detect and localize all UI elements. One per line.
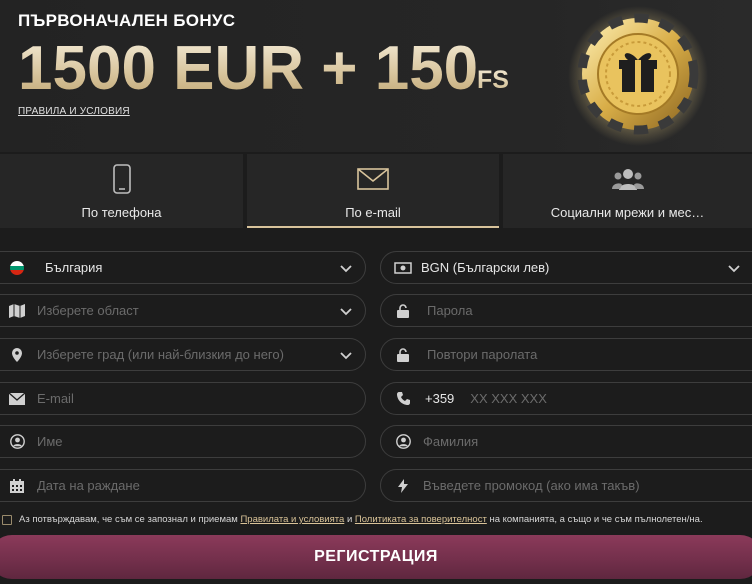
currency-value: BGN (Български лев)	[421, 260, 550, 275]
country-value: България	[45, 260, 103, 275]
consent-and: и	[346, 514, 353, 525]
phone-placeholder: XX XXX XXX	[470, 391, 547, 406]
user-circle-icon	[7, 432, 27, 452]
password-field[interactable]: Парола	[380, 294, 752, 327]
chevron-down-icon	[340, 308, 352, 316]
calendar-icon	[7, 476, 27, 496]
promo-code-field[interactable]: Въведете промокод (ако има такъв)	[380, 469, 752, 502]
first-name-placeholder: Име	[37, 434, 63, 449]
phone-field[interactable]: +359 XX XXX XXX	[380, 382, 752, 415]
repeat-password-field[interactable]: Повтори паролата	[380, 338, 752, 371]
privacy-policy-link[interactable]: Политиката за поверителност	[355, 514, 487, 525]
bonus-amount: 1500 EUR + 150	[18, 34, 479, 103]
city-select[interactable]: Изберете град (или най-близкия до него)	[0, 338, 366, 371]
tab-email[interactable]: По e-mail	[247, 154, 499, 228]
currency-select[interactable]: BGN (Български лев)	[380, 251, 752, 284]
chevron-down-icon	[340, 265, 352, 273]
location-pin-icon	[7, 345, 27, 365]
terms-link[interactable]: ПРАВИЛА И УСЛОВИЯ	[18, 106, 130, 117]
tab-phone-label: По телефона	[81, 205, 162, 220]
tab-email-label: По e-mail	[345, 205, 401, 220]
birthdate-placeholder: Дата на раждане	[37, 478, 140, 493]
country-select[interactable]: България	[0, 251, 366, 284]
bulgaria-flag-icon	[7, 258, 27, 278]
phone-prefix: +359	[425, 391, 455, 406]
envelope-icon	[357, 168, 389, 190]
register-button[interactable]: РЕГИСТРАЦИЯ	[0, 535, 752, 579]
first-name-field[interactable]: Име	[0, 425, 366, 458]
password-placeholder: Парола	[427, 303, 473, 318]
unlock-icon	[393, 301, 413, 321]
chevron-down-icon	[728, 265, 740, 273]
registration-method-tabs: По телефона По e-mail Социални мрежи и м…	[0, 154, 752, 228]
banknote-icon	[393, 258, 413, 278]
consent-checkbox[interactable]	[2, 514, 12, 525]
region-placeholder: Изберете област	[37, 303, 139, 318]
phone-handset-icon	[393, 389, 413, 409]
consent-text-after: на компанията, а също и че съм пълнолете…	[489, 514, 703, 525]
email-field[interactable]: E-mail	[0, 382, 366, 415]
users-icon	[611, 169, 644, 190]
consent-row: Аз потвърждавам, че съм се запознал и пр…	[2, 514, 703, 525]
email-placeholder: E-mail	[37, 391, 74, 406]
user-circle-icon	[393, 432, 413, 452]
chevron-down-icon	[340, 352, 352, 360]
lightning-icon	[393, 476, 413, 496]
map-icon	[7, 301, 27, 321]
promo-placeholder: Въведете промокод (ако има такъв)	[423, 478, 640, 493]
last-name-field[interactable]: Фамилия	[380, 425, 752, 458]
bonus-banner: ПЪРВОНАЧАЛЕН БОНУС 1500 EUR + 150 FS ПРА…	[0, 0, 752, 152]
city-placeholder: Изберете град (или най-близкия до него)	[37, 347, 284, 362]
repeat-password-placeholder: Повтори паролата	[427, 347, 538, 362]
envelope-icon	[7, 389, 27, 409]
last-name-placeholder: Фамилия	[423, 434, 479, 449]
tab-social[interactable]: Социални мрежи и мес…	[503, 154, 752, 228]
unlock-icon	[393, 345, 413, 365]
casino-chip-gift-icon	[568, 6, 708, 146]
tab-social-label: Социални мрежи и мес…	[550, 205, 705, 220]
bonus-fs: FS	[477, 66, 509, 94]
phone-icon	[112, 164, 131, 194]
terms-and-conditions-link[interactable]: Правилата и условията	[240, 514, 344, 525]
consent-text-before: Аз потвърждавам, че съм се запознал и пр…	[19, 514, 238, 525]
bonus-subtitle: ПЪРВОНАЧАЛЕН БОНУС	[18, 11, 236, 30]
region-select[interactable]: Изберете област	[0, 294, 366, 327]
tab-phone[interactable]: По телефона	[0, 154, 243, 228]
birthdate-field[interactable]: Дата на раждане	[0, 469, 366, 502]
